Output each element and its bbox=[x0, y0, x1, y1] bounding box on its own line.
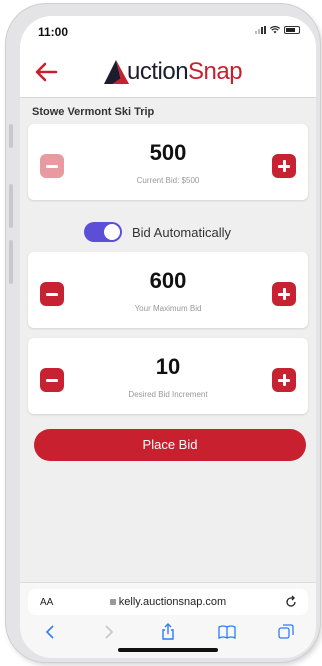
logo: uctionSnap bbox=[102, 58, 243, 86]
share-button[interactable] bbox=[158, 622, 178, 642]
increment-value: 10 bbox=[155, 354, 181, 379]
current-bid-value: 500 bbox=[149, 140, 187, 165]
back-icon bbox=[45, 625, 54, 639]
bookmarks-button[interactable] bbox=[217, 622, 237, 642]
share-icon bbox=[162, 623, 174, 640]
url-display: kelly.auctionsnap.com bbox=[28, 596, 308, 608]
toggle-knob bbox=[104, 224, 120, 240]
reload-icon[interactable] bbox=[284, 595, 298, 609]
increment-card: 10 Desired Bid Increment bbox=[28, 338, 308, 414]
wifi-icon bbox=[270, 26, 280, 34]
max-bid-increase-button[interactable] bbox=[272, 282, 296, 306]
max-bid-value: 600 bbox=[149, 268, 187, 293]
increment-caption: Desired Bid Increment bbox=[128, 390, 208, 399]
auto-bid-label: Bid Automatically bbox=[132, 224, 231, 240]
max-bid-card: 600 Your Maximum Bid bbox=[28, 252, 308, 328]
home-indicator bbox=[118, 648, 218, 652]
bookmarks-icon bbox=[218, 625, 236, 639]
logo-text: uctionSnap bbox=[127, 58, 243, 86]
forward-icon bbox=[105, 625, 113, 639]
phone-frame: 11:00 uctionSnap Stowe Vermont Ski Trip … bbox=[6, 4, 320, 662]
current-bid-increase-button[interactable] bbox=[272, 154, 296, 178]
volume-up-button bbox=[9, 184, 13, 228]
increment-increase-button[interactable] bbox=[272, 368, 296, 392]
screen: 11:00 uctionSnap Stowe Vermont Ski Trip … bbox=[20, 16, 316, 658]
logo-mark-icon bbox=[104, 60, 129, 84]
browser-bar: AA kelly.auctionsnap.com bbox=[20, 582, 316, 658]
logo-text-snap: Snap bbox=[188, 58, 243, 85]
max-bid-caption: Your Maximum Bid bbox=[134, 304, 202, 313]
status-time: 11:00 bbox=[38, 25, 69, 39]
app-header: uctionSnap bbox=[20, 46, 316, 98]
lock-icon bbox=[109, 599, 116, 605]
auto-bid-row: Bid Automatically bbox=[84, 222, 231, 242]
battery-icon bbox=[284, 26, 300, 34]
status-bar: 11:00 bbox=[20, 16, 316, 46]
signal-icon bbox=[255, 26, 266, 34]
auction-item-title: Stowe Vermont Ski Trip bbox=[32, 106, 155, 118]
status-icons bbox=[255, 26, 300, 34]
back-arrow-icon[interactable] bbox=[32, 58, 60, 86]
current-bid-caption: Current Bid: $500 bbox=[136, 176, 200, 185]
volume-down-button bbox=[9, 240, 13, 284]
place-bid-button[interactable]: Place Bid bbox=[34, 429, 306, 461]
url-field[interactable]: AA kelly.auctionsnap.com bbox=[28, 589, 308, 615]
url-text: kelly.auctionsnap.com bbox=[118, 596, 227, 608]
current-bid-card: 500 Current Bid: $500 bbox=[28, 124, 308, 200]
mute-switch bbox=[9, 124, 13, 148]
browser-toolbar bbox=[20, 621, 316, 643]
logo-text-uction: uction bbox=[127, 58, 189, 85]
browser-forward-button[interactable] bbox=[99, 622, 119, 642]
browser-back-button[interactable] bbox=[40, 622, 60, 642]
tabs-icon bbox=[278, 624, 294, 639]
auto-bid-toggle[interactable] bbox=[84, 222, 122, 242]
tabs-button[interactable] bbox=[276, 622, 296, 642]
